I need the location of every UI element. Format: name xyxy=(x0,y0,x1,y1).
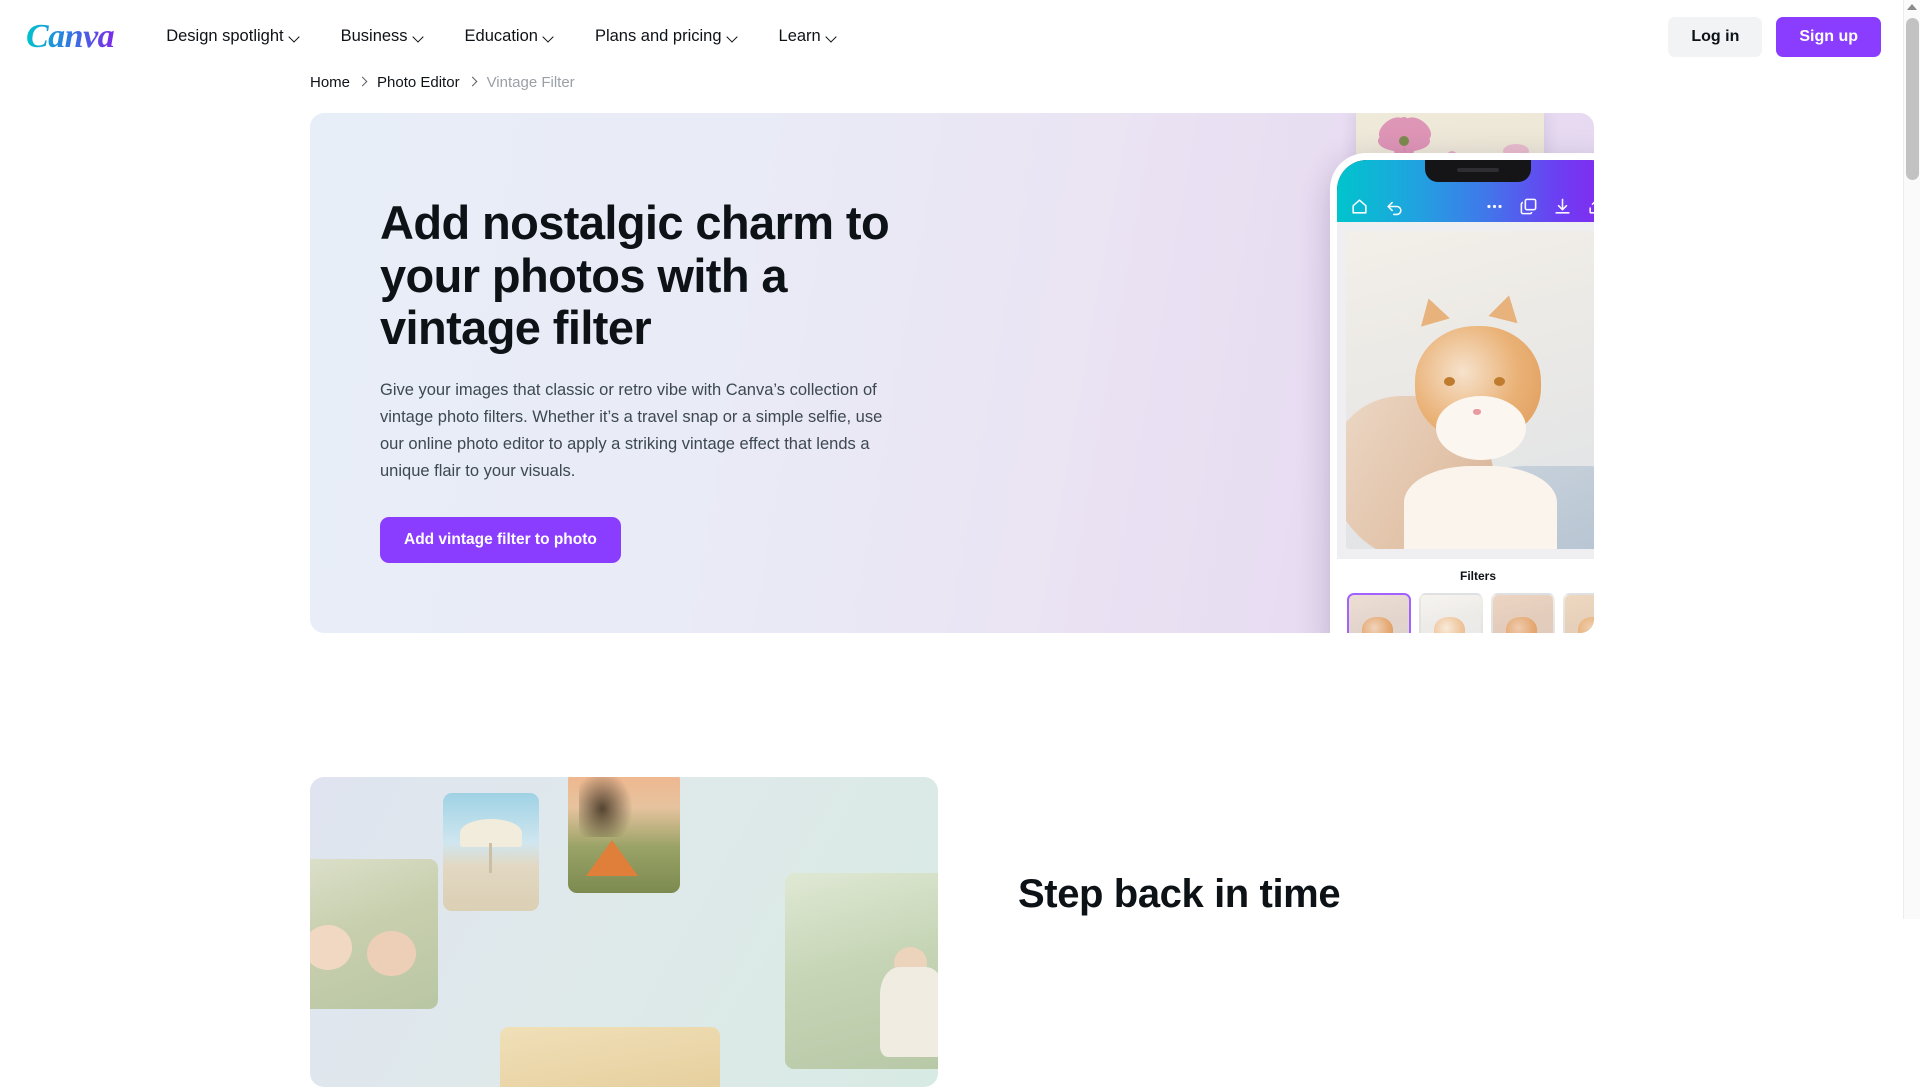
chevron-right-icon xyxy=(469,78,478,87)
nav-label: Education xyxy=(464,27,538,45)
download-icon[interactable] xyxy=(1553,197,1572,216)
editor-toolbar xyxy=(1337,160,1594,222)
header-actions: Log in Sign up xyxy=(1668,16,1881,57)
breadcrumb-item-vintage-filter: Vintage Filter xyxy=(486,74,575,91)
filter-thumbnail-list xyxy=(1337,593,1594,633)
main-navigation: Design spotlight Business Education Plan… xyxy=(164,21,840,52)
nav-item-plans-and-pricing[interactable]: Plans and pricing xyxy=(593,21,741,52)
man-walking-outdoors-photo xyxy=(785,873,938,1069)
phone-notch xyxy=(1425,160,1531,182)
duplicate-icon[interactable] xyxy=(1519,197,1538,216)
nav-label: Business xyxy=(340,27,408,45)
filter-thumb-1[interactable] xyxy=(1347,593,1411,633)
breadcrumb-item-home[interactable]: Home xyxy=(310,74,350,91)
filters-panel-title: Filters xyxy=(1459,569,1496,583)
nav-item-design-spotlight[interactable]: Design spotlight xyxy=(164,21,302,52)
chevron-right-icon xyxy=(359,78,368,87)
filter-thumb-3[interactable] xyxy=(1491,593,1555,633)
nav-label: Plans and pricing xyxy=(594,27,722,45)
editor-canvas[interactable] xyxy=(1337,222,1594,558)
filter-thumb-2[interactable] xyxy=(1419,593,1483,633)
vintage-photo-collage xyxy=(310,777,938,1087)
section-two-title: Step back in time xyxy=(1018,872,1341,916)
chevron-down-icon xyxy=(827,32,838,43)
vintage-bottom-photo xyxy=(500,1027,720,1087)
hero-description: Give your images that classic or retro v… xyxy=(380,380,883,480)
hero-banner: Add nostalgic charm to your photos with … xyxy=(310,113,1594,633)
nav-label: Learn xyxy=(778,27,821,45)
filters-panel: Filters xyxy=(1337,558,1594,633)
family-portrait-photo xyxy=(310,859,438,1009)
phone-screen: Filters xyxy=(1337,160,1594,633)
beach-umbrella-photo xyxy=(443,793,539,911)
more-options-icon[interactable] xyxy=(1485,197,1504,216)
breadcrumb: Home Photo Editor Vintage Filter xyxy=(310,74,575,91)
site-header: Canva Design spotlight Business Educatio… xyxy=(0,0,1903,73)
add-vintage-filter-button[interactable]: Add vintage filter to photo xyxy=(380,517,621,564)
filter-thumb-4[interactable] xyxy=(1563,593,1594,633)
nav-label: Design spotlight xyxy=(166,27,284,45)
breadcrumb-item-photo-editor[interactable]: Photo Editor xyxy=(377,74,460,91)
chevron-down-icon xyxy=(290,32,301,43)
chevron-down-icon xyxy=(414,32,425,43)
hero-copy: Add nostalgic charm to your photos with … xyxy=(380,196,910,564)
undo-icon[interactable] xyxy=(1385,197,1404,216)
chevron-down-icon xyxy=(544,32,555,43)
phone-mockup: Filters xyxy=(1330,153,1594,633)
cat-being-held-photo xyxy=(1346,231,1594,549)
page-scrollbar[interactable] xyxy=(1903,0,1920,919)
share-icon[interactable] xyxy=(1587,197,1594,216)
nav-item-education[interactable]: Education xyxy=(463,21,557,52)
nav-item-learn[interactable]: Learn xyxy=(777,21,840,52)
filters-panel-header: Filters xyxy=(1337,559,1594,593)
canva-logo[interactable]: Canva xyxy=(26,18,115,56)
scroll-up-arrow-icon[interactable] xyxy=(1907,4,1917,10)
home-icon[interactable] xyxy=(1350,197,1369,216)
scroll-thumb[interactable] xyxy=(1906,18,1919,180)
page-title: Add nostalgic charm to your photos with … xyxy=(380,196,890,355)
editor-toolbar-icons xyxy=(1337,197,1594,216)
chevron-down-icon xyxy=(728,32,739,43)
signup-button[interactable]: Sign up xyxy=(1776,16,1881,57)
nav-item-business[interactable]: Business xyxy=(339,21,427,52)
sunset-camping-tent-photo xyxy=(568,777,680,893)
login-button[interactable]: Log in xyxy=(1668,16,1763,57)
